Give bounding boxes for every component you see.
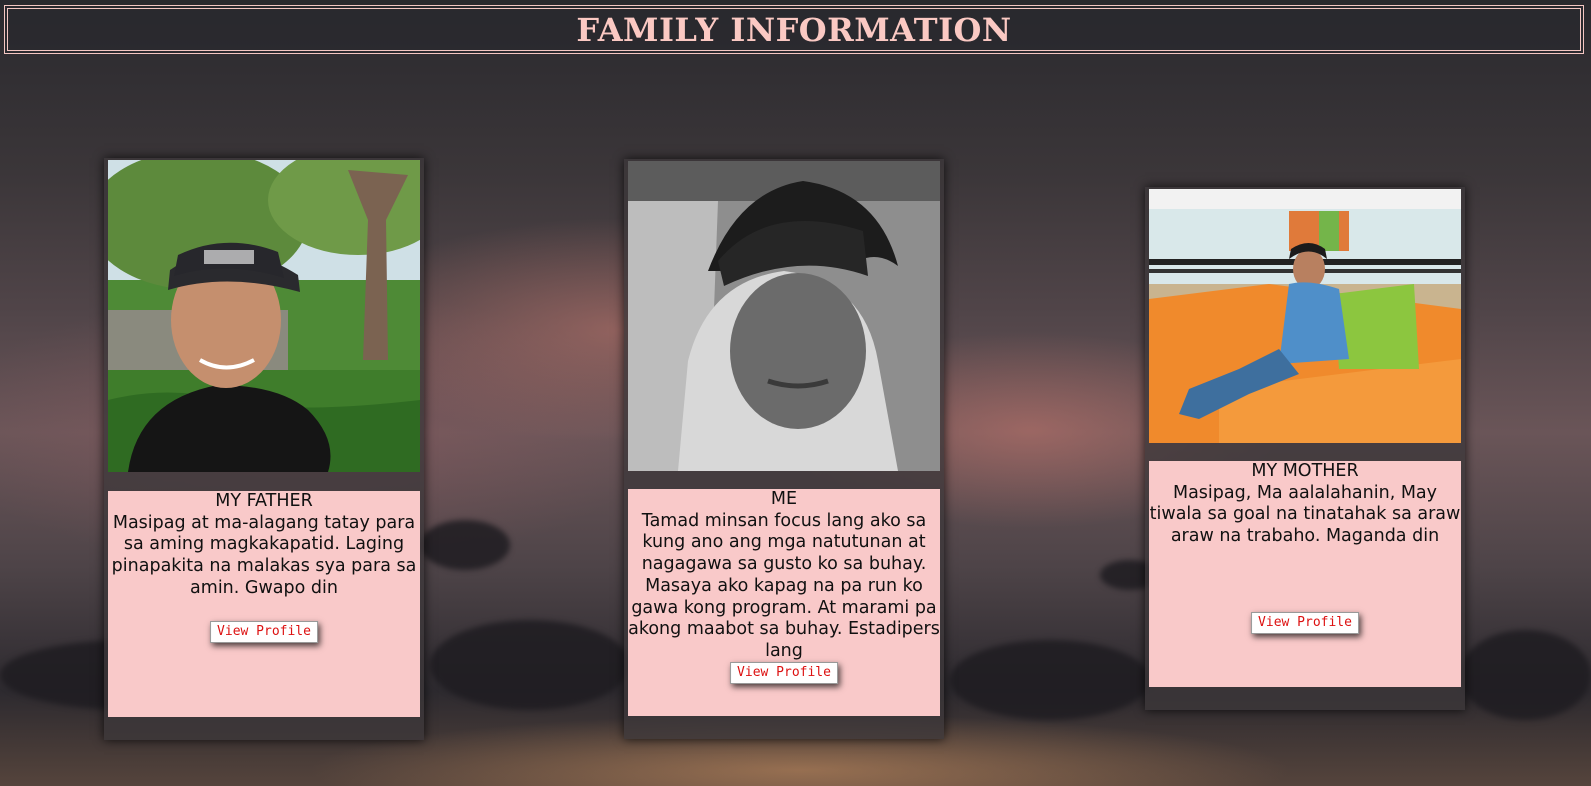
page-title: FAMILY INFORMATION	[576, 11, 1012, 49]
mother-photo	[1149, 189, 1461, 443]
card-name: ME	[770, 489, 798, 509]
card-name: MY MOTHER	[1251, 461, 1359, 481]
background-cloud	[1460, 630, 1591, 720]
card-description: Masipag, Ma aalalahanin, May tiwala sa g…	[1149, 482, 1461, 547]
view-profile-button[interactable]: View Profile	[1251, 612, 1359, 634]
father-photo	[108, 160, 420, 472]
card-name: MY FATHER	[215, 491, 313, 511]
page-header: FAMILY INFORMATION	[4, 5, 1584, 54]
mother-info: MY MOTHER Masipag, Ma aalalahanin, May t…	[1149, 461, 1461, 687]
background-cloud	[950, 640, 1150, 720]
card-description: Tamad minsan focus lang ako sa kung ano …	[628, 510, 940, 661]
family-card-me: ME Tamad minsan focus lang ako sa kung a…	[624, 159, 944, 739]
family-card-father: MY FATHER Masipag at ma-alagang tatay pa…	[104, 158, 424, 740]
background-cloud	[420, 520, 510, 570]
family-card-mother: MY MOTHER Masipag, Ma aalalahanin, May t…	[1145, 187, 1465, 710]
view-profile-button[interactable]: View Profile	[730, 662, 838, 684]
view-profile-button[interactable]: View Profile	[210, 621, 318, 643]
me-info: ME Tamad minsan focus lang ako sa kung a…	[628, 489, 940, 716]
background-cloud	[430, 620, 630, 710]
me-photo	[628, 161, 940, 471]
father-info: MY FATHER Masipag at ma-alagang tatay pa…	[108, 491, 420, 717]
card-description: Masipag at ma-alagang tatay para sa amin…	[111, 512, 417, 598]
